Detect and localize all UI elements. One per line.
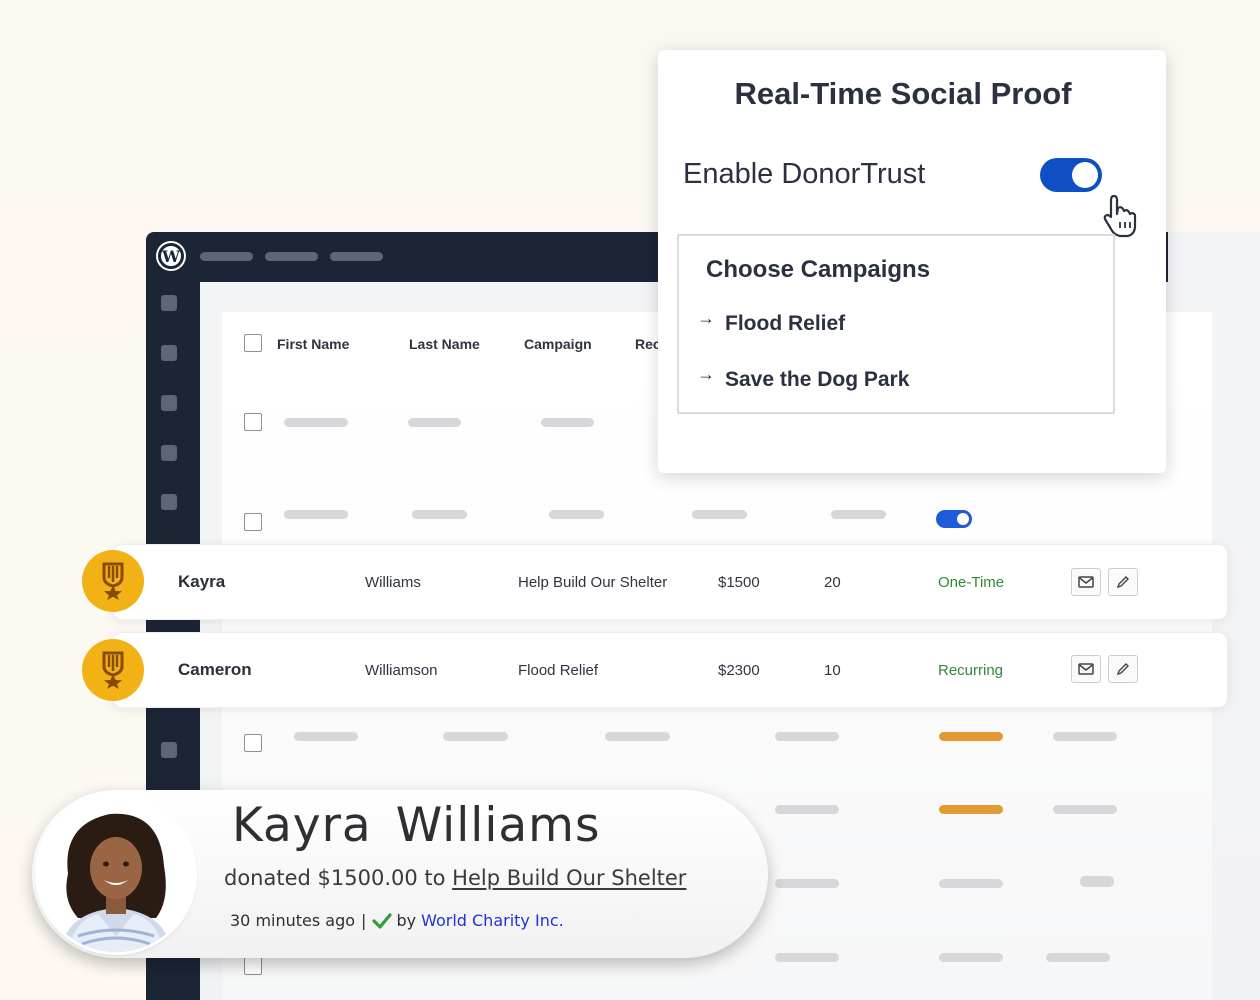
sidebar-menu-icon[interactable] <box>161 445 177 461</box>
email-button[interactable] <box>1071 568 1101 596</box>
placeholder-cell <box>831 510 886 519</box>
column-header-first-name[interactable]: First Name <box>277 336 349 352</box>
placeholder-cell <box>541 418 594 427</box>
meta-separator: | <box>361 911 367 930</box>
column-header-last-name[interactable]: Last Name <box>409 336 480 352</box>
sidebar-menu-icon[interactable] <box>161 742 177 758</box>
envelope-icon <box>1078 576 1094 588</box>
checkmark-icon <box>372 912 393 929</box>
placeholder-cell <box>775 732 839 741</box>
placeholder-cell <box>408 418 461 427</box>
donation-type: One-Time <box>938 574 1005 591</box>
placeholder-cell <box>775 953 839 962</box>
row-toggle[interactable] <box>936 510 972 528</box>
placeholder-status <box>939 805 1003 814</box>
donor-avatar <box>38 796 194 952</box>
placeholder-cell <box>939 879 1003 888</box>
arrow-right-icon: → <box>697 308 715 328</box>
sidebar-menu-icon[interactable] <box>161 295 177 311</box>
row-checkbox[interactable] <box>244 413 262 431</box>
wordpress-logo-icon[interactable]: W <box>158 243 184 269</box>
top-bar-menu-placeholder[interactable] <box>265 252 318 261</box>
award-ribbon-icon <box>82 550 144 612</box>
placeholder-status <box>939 732 1003 741</box>
donor-last-name: Williamson <box>365 662 438 679</box>
donor-campaign: Help Build Our Shelter <box>518 574 668 591</box>
placeholder-cell <box>775 805 839 814</box>
notification-donor-name: Kayra Williams <box>232 798 601 853</box>
award-ribbon-icon <box>82 639 144 701</box>
enable-donortrust-label: Enable DonorTrust <box>683 158 926 190</box>
select-all-checkbox[interactable] <box>244 334 262 352</box>
donation-type: Recurring <box>938 662 1004 679</box>
envelope-icon <box>1078 663 1094 675</box>
donor-first-name: Kayra <box>178 572 226 591</box>
sidebar-menu-icon[interactable] <box>161 395 177 411</box>
placeholder-cell <box>692 510 747 519</box>
sidebar-menu-icon[interactable] <box>161 494 177 510</box>
column-header-recurring[interactable]: Rec <box>635 336 661 352</box>
donor-row[interactable] <box>112 632 1228 708</box>
donor-campaign: Flood Relief <box>518 662 599 679</box>
edit-button[interactable] <box>1108 655 1138 683</box>
pencil-icon <box>1116 663 1129 676</box>
social-proof-settings-popup: Real-Time Social Proof Enable DonorTrust… <box>658 50 1166 473</box>
popup-title: Real-Time Social Proof <box>734 76 1072 111</box>
notification-campaign-link[interactable]: Help Build Our Shelter <box>452 866 686 890</box>
notification-meta: 30 minutes ago | by World Charity Inc. <box>230 911 564 930</box>
by-label: by <box>396 911 417 930</box>
pencil-icon <box>1116 576 1129 589</box>
top-bar-menu-placeholder[interactable] <box>330 252 383 261</box>
column-header-campaign[interactable]: Campaign <box>524 336 592 352</box>
placeholder-cell <box>284 510 348 519</box>
edit-button[interactable] <box>1108 568 1138 596</box>
enable-donortrust-toggle[interactable] <box>1040 158 1102 192</box>
sidebar-menu-icon[interactable] <box>161 345 177 361</box>
notification-time: 30 minutes ago <box>230 911 356 930</box>
placeholder-cell <box>294 732 358 741</box>
donor-count: 10 <box>824 662 841 679</box>
placeholder-cell <box>1053 805 1117 814</box>
row-checkbox[interactable] <box>244 513 262 531</box>
donor-first-name: Cameron <box>178 660 252 679</box>
row-checkbox[interactable] <box>244 734 262 752</box>
placeholder-cell <box>284 418 348 427</box>
campaign-option-save-the-dog-park[interactable]: → Save the Dog Park <box>697 364 909 392</box>
organization-link[interactable]: World Charity Inc. <box>421 911 564 930</box>
placeholder-cell <box>443 732 508 741</box>
arrow-right-icon: → <box>697 364 715 384</box>
top-bar-menu-placeholder[interactable] <box>200 252 253 261</box>
notification-donation-text: donated $1500.00 to Help Build Our Shelt… <box>224 866 687 890</box>
email-button[interactable] <box>1071 655 1101 683</box>
placeholder-cell <box>1080 876 1114 887</box>
donor-amount: $1500 <box>718 574 760 591</box>
choose-campaigns-title: Choose Campaigns <box>706 256 931 283</box>
placeholder-cell <box>605 732 670 741</box>
placeholder-cell <box>775 879 839 888</box>
donor-row[interactable] <box>112 544 1228 620</box>
row-checkbox[interactable] <box>244 957 262 975</box>
choose-campaigns-box: Choose Campaigns → Flood Relief → Save the… <box>677 234 1115 414</box>
placeholder-cell <box>549 510 604 519</box>
placeholder-cell <box>1053 732 1117 741</box>
donor-amount: $2300 <box>718 662 760 679</box>
placeholder-cell <box>1046 953 1110 962</box>
campaign-option-flood-relief[interactable]: → Flood Relief <box>697 308 845 336</box>
placeholder-cell <box>412 510 467 519</box>
donor-last-name: Williams <box>365 574 421 591</box>
placeholder-cell <box>939 953 1003 962</box>
donor-count: 20 <box>824 574 841 591</box>
